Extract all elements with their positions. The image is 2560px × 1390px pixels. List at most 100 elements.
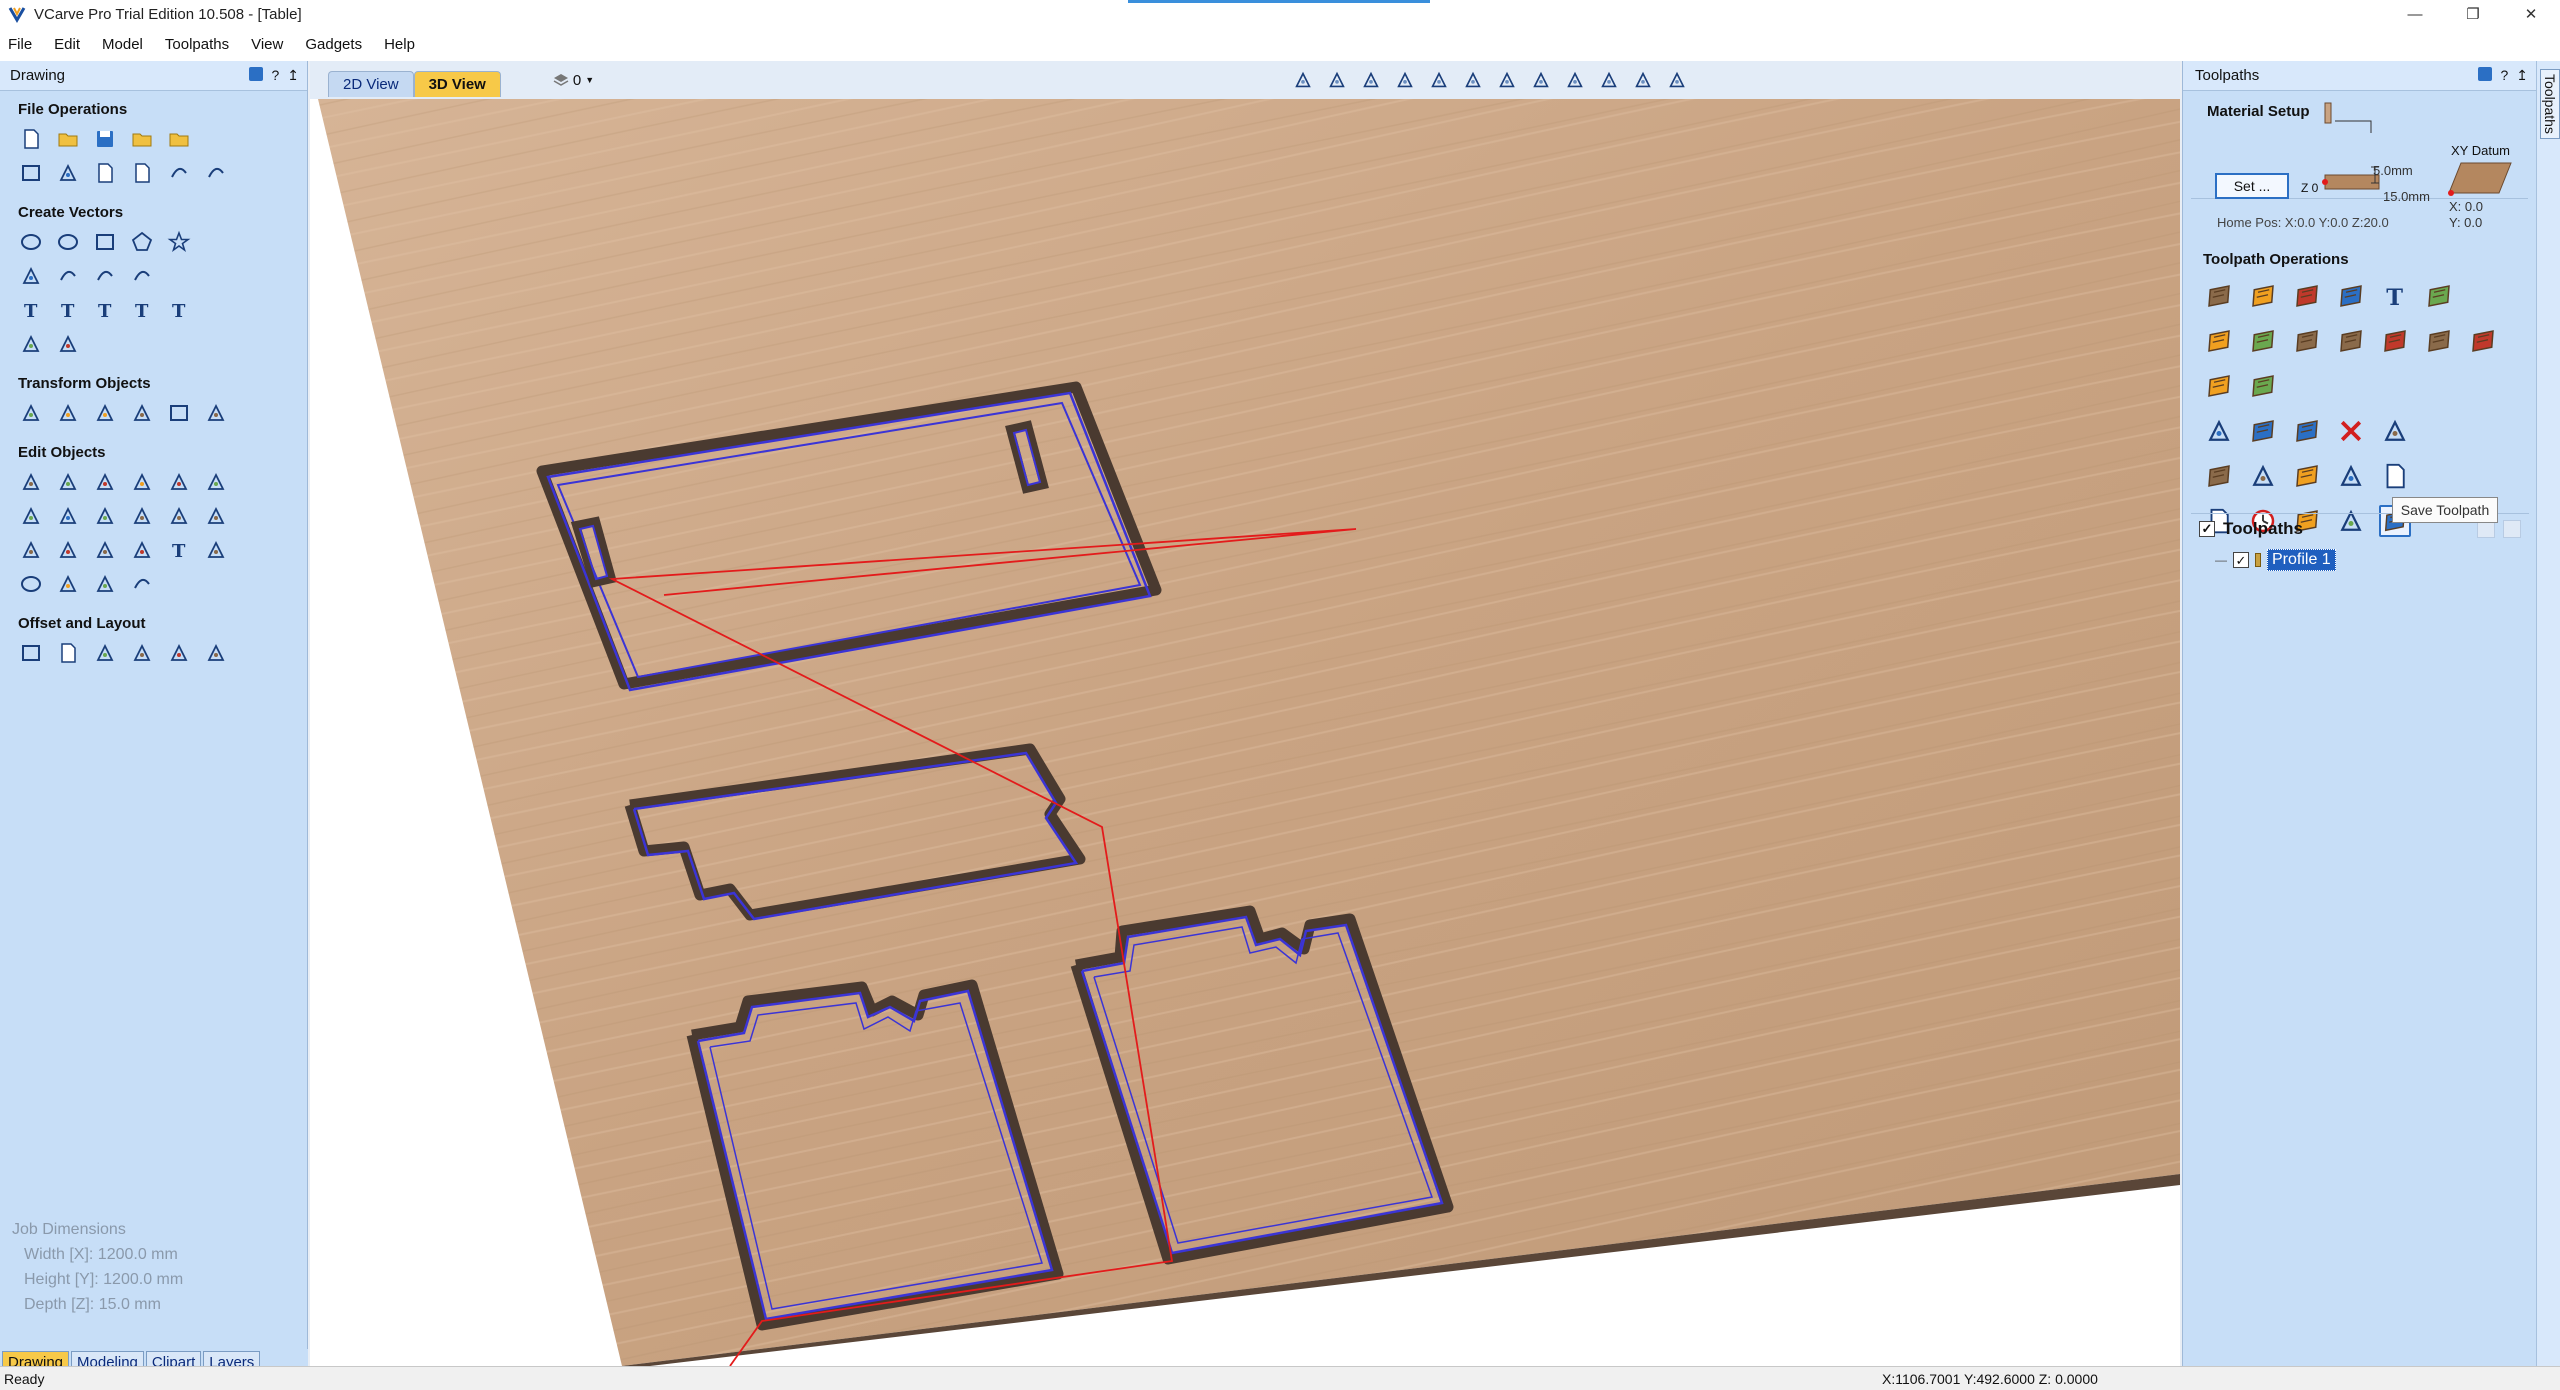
extend-icon[interactable] bbox=[92, 537, 118, 563]
import-icon[interactable] bbox=[166, 126, 192, 152]
center-icon[interactable] bbox=[203, 400, 229, 426]
smooth-icon[interactable] bbox=[203, 503, 229, 529]
star-icon[interactable] bbox=[166, 229, 192, 255]
paste-icon[interactable] bbox=[129, 160, 155, 186]
3d-finishing-icon[interactable] bbox=[2467, 325, 2499, 357]
open-folder-icon[interactable] bbox=[129, 126, 155, 152]
undo-icon[interactable] bbox=[166, 160, 192, 186]
panel-menu-icon[interactable] bbox=[2478, 67, 2493, 81]
join-icon[interactable] bbox=[92, 571, 118, 597]
move-icon[interactable] bbox=[18, 400, 44, 426]
help-icon[interactable]: ? bbox=[2500, 67, 2508, 84]
restore-button[interactable]: ❐ bbox=[2444, 0, 2502, 28]
align-icon[interactable] bbox=[92, 400, 118, 426]
ellipse-icon[interactable] bbox=[55, 229, 81, 255]
spiral-icon[interactable] bbox=[129, 263, 155, 289]
ungroup-icon[interactable] bbox=[166, 469, 192, 495]
3d-viewport[interactable] bbox=[310, 99, 2180, 1366]
toolpath-item[interactable]: — ✓ Profile 1 bbox=[2191, 547, 2529, 573]
group-icon[interactable] bbox=[129, 469, 155, 495]
copy-icon[interactable] bbox=[92, 160, 118, 186]
array-copy-icon[interactable] bbox=[55, 640, 81, 666]
auto-layout-text-icon[interactable]: T bbox=[129, 297, 155, 323]
size-icon[interactable] bbox=[166, 400, 192, 426]
menu-file[interactable]: File bbox=[8, 36, 32, 53]
intersect-icon[interactable] bbox=[92, 503, 118, 529]
bend-text-icon[interactable]: T bbox=[166, 297, 192, 323]
view-iso-icon[interactable] bbox=[1528, 67, 1554, 93]
toolpath-item-name[interactable]: Profile 1 bbox=[2267, 549, 2336, 571]
close-button[interactable]: ✕ bbox=[2502, 0, 2560, 28]
text-icon[interactable]: T bbox=[18, 297, 44, 323]
text-box-icon[interactable]: T bbox=[55, 297, 81, 323]
help-icon[interactable]: ? bbox=[271, 67, 279, 84]
trim-icon[interactable] bbox=[203, 469, 229, 495]
new-file-icon[interactable] bbox=[18, 126, 44, 152]
profile-toolpath-icon[interactable] bbox=[2203, 280, 2235, 312]
preview-all-icon[interactable] bbox=[2247, 460, 2279, 492]
redo-icon[interactable] bbox=[203, 160, 229, 186]
group-select-icon[interactable] bbox=[92, 469, 118, 495]
auto-layout-icon[interactable] bbox=[203, 640, 229, 666]
chamfer-toolpath-icon[interactable] bbox=[2335, 325, 2367, 357]
cut-icon[interactable] bbox=[55, 160, 81, 186]
tab-2d-view[interactable]: 2D View bbox=[328, 71, 414, 97]
merge-toolpaths-icon[interactable] bbox=[2291, 460, 2323, 492]
open-file-icon[interactable] bbox=[55, 126, 81, 152]
zoom-extents-icon[interactable] bbox=[1290, 67, 1316, 93]
minimize-button[interactable]: — bbox=[2386, 0, 2444, 28]
side-tab-toolpaths[interactable]: Toolpaths bbox=[2540, 69, 2560, 139]
menu-gadgets[interactable]: Gadgets bbox=[305, 36, 362, 53]
pocket-toolpath-icon[interactable] bbox=[2247, 280, 2279, 312]
fluting-toolpath-icon[interactable] bbox=[2291, 325, 2323, 357]
select-all-icon[interactable] bbox=[18, 160, 44, 186]
tree-expander-icon[interactable]: — bbox=[2215, 553, 2227, 567]
material-set-button[interactable]: Set ... bbox=[2215, 173, 2289, 199]
3d-roughing-icon[interactable] bbox=[2423, 325, 2455, 357]
dimension-icon[interactable] bbox=[18, 331, 44, 357]
nesting-icon[interactable] bbox=[166, 640, 192, 666]
move-down-icon[interactable] bbox=[2503, 519, 2521, 538]
curve-fit-icon[interactable] bbox=[129, 571, 155, 597]
connect-icon[interactable] bbox=[129, 537, 155, 563]
template-icon[interactable] bbox=[2335, 460, 2367, 492]
zoom-selected-icon[interactable] bbox=[1494, 67, 1520, 93]
oval-icon[interactable] bbox=[18, 571, 44, 597]
save-icon[interactable] bbox=[92, 126, 118, 152]
offset-icon[interactable] bbox=[18, 640, 44, 666]
menu-edit[interactable]: Edit bbox=[54, 36, 80, 53]
texture-toolpath-icon[interactable]: T bbox=[2379, 280, 2411, 312]
circular-array-icon[interactable] bbox=[92, 640, 118, 666]
preview-toolpath-icon[interactable] bbox=[2203, 460, 2235, 492]
fillet-icon[interactable] bbox=[129, 503, 155, 529]
zoom-material-icon[interactable] bbox=[1324, 67, 1350, 93]
pin-icon[interactable]: ↥ bbox=[287, 67, 299, 84]
text-on-curve-icon[interactable]: T bbox=[92, 297, 118, 323]
rectangle-icon[interactable] bbox=[92, 229, 118, 255]
step-repeat-icon[interactable] bbox=[129, 640, 155, 666]
select-icon[interactable] bbox=[18, 469, 44, 495]
moulding-toolpath-icon[interactable] bbox=[2379, 325, 2411, 357]
split-horizontal-icon[interactable] bbox=[1630, 67, 1656, 93]
mirror-icon[interactable] bbox=[129, 400, 155, 426]
subtract-icon[interactable] bbox=[55, 503, 81, 529]
quick-engrave-icon[interactable] bbox=[2335, 280, 2367, 312]
prism-toolpath-icon[interactable] bbox=[2247, 325, 2279, 357]
polyline-icon[interactable] bbox=[18, 263, 44, 289]
node-edit-icon[interactable] bbox=[55, 469, 81, 495]
panel-menu-icon[interactable] bbox=[249, 67, 264, 81]
drilling-toolpath-icon[interactable] bbox=[2291, 280, 2323, 312]
tab-3d-view[interactable]: 3D View bbox=[413, 71, 501, 97]
split-vertical-icon[interactable] bbox=[1664, 67, 1690, 93]
duplicate-toolpath-icon[interactable] bbox=[2291, 415, 2323, 447]
pin-icon[interactable]: ↥ bbox=[2516, 67, 2528, 84]
corner-icon[interactable] bbox=[18, 537, 44, 563]
pan-icon[interactable] bbox=[1392, 67, 1418, 93]
toolpaths-all-checkbox[interactable]: ✓ bbox=[2199, 520, 2215, 537]
layer-selector[interactable]: 0 ▼ bbox=[553, 72, 594, 89]
arc-icon[interactable] bbox=[55, 263, 81, 289]
view-top-icon[interactable] bbox=[1562, 67, 1588, 93]
dogbone-icon[interactable] bbox=[55, 537, 81, 563]
zoom-icon[interactable] bbox=[1426, 67, 1452, 93]
scale-icon[interactable] bbox=[55, 400, 81, 426]
